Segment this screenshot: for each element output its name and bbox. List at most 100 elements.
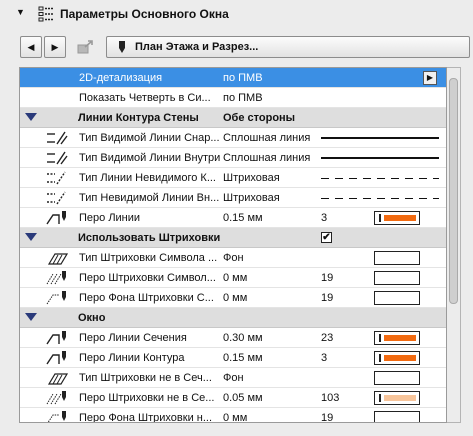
property-value: по ПМВ (223, 72, 263, 84)
property-name: Перо Линии (79, 212, 141, 224)
next-button[interactable]: ▶ (44, 36, 66, 58)
list-item-2d-detail[interactable]: 2D-детализация по ПМВ ▶ (20, 68, 446, 88)
pen-color-swatch[interactable] (374, 331, 420, 345)
hatch-pen-icon (46, 391, 66, 405)
toolbar: ◀ ▶ План Этажа и Разрез... (20, 36, 470, 60)
section-wall-contour-lines[interactable]: Линии Контура Стены Обе стороны (20, 108, 446, 128)
pen-color-fill (384, 395, 416, 401)
previous-button[interactable]: ◀ (20, 36, 42, 58)
property-value: Фон (223, 372, 244, 384)
list-item-uncut-hatch-pen[interactable]: Перо Штриховки не в Се... 0.05 мм 103 (20, 388, 446, 408)
property-value: Фон (223, 252, 244, 264)
property-name: Тип Штриховки Символа ... (79, 252, 218, 264)
pen-number: 23 (321, 332, 334, 344)
hatch-pen-icon (46, 271, 66, 285)
section-use-hatching[interactable]: Использовать Штриховки ✔ (20, 228, 446, 248)
list-item-visible-line-outside[interactable]: Тип Видимой Линии Снар... Сплошная линия (20, 128, 446, 148)
vertical-scrollbar[interactable] (447, 67, 461, 423)
pen-color-swatch[interactable] (374, 351, 420, 365)
pen-shape-icon (46, 351, 66, 365)
pen-shape-icon (46, 331, 66, 345)
property-name: Перо Штриховки Символ... (79, 272, 216, 284)
list-item-uncut-hatch-bg-pen[interactable]: Перо Фона Штриховки н... 0 мм 19 (20, 408, 446, 423)
property-name: 2D-детализация (79, 72, 163, 84)
dropdown-arrow-icon[interactable]: ▶ (423, 71, 437, 85)
hatch-preview[interactable] (374, 371, 420, 385)
property-value: 0.05 мм (223, 392, 263, 404)
pen-number: 3 (321, 352, 328, 364)
property-value: Сплошная линия (223, 152, 311, 164)
list-item-symbol-hatch-type[interactable]: Тип Штриховки Символа ... Фон (20, 248, 446, 268)
hatch-icon (47, 373, 69, 385)
property-name: Тип Видимой Линии Снар... (79, 132, 220, 144)
line-preview (321, 157, 439, 159)
property-value: 0 мм (223, 412, 248, 423)
list-item-symbol-hatch-bg-pen[interactable]: Перо Фона Штриховки С... 0 мм 19 (20, 288, 446, 308)
property-list: 2D-детализация по ПМВ ▶ Показать Четверт… (19, 67, 447, 423)
section-title: Линии Контура Стены (78, 112, 199, 124)
property-name: Перо Штриховки не в Се... (79, 392, 215, 404)
property-name: Перо Линии Контура (79, 352, 185, 364)
list-item-hidden-line-outside[interactable]: Тип Линии Невидимого К... Штриховая (20, 168, 446, 188)
hatch-background-pen-icon (47, 411, 66, 422)
pen-color-swatch[interactable] (374, 391, 420, 405)
pen-number: 19 (321, 412, 334, 423)
hatch-preview[interactable] (374, 251, 420, 265)
pen-number: 103 (321, 392, 340, 404)
pen-color-swatch[interactable] (374, 211, 420, 225)
list-item-cut-line-pen[interactable]: Перо Линии Сечения 0.30 мм 23 (20, 328, 446, 348)
property-name: Тип Невидимой Линии Вн... (79, 192, 220, 204)
pen-color-fill (384, 215, 416, 221)
export-arrow-icon (77, 40, 93, 54)
scrollbar-thumb[interactable] (449, 78, 458, 304)
property-name: Показать Четверть в Си... (79, 92, 211, 104)
property-value: Штриховая (223, 172, 280, 184)
property-value: Сплошная линия (223, 132, 311, 144)
list-item-contour-line-pen[interactable]: Перо Линии Контура 0.15 мм 3 (20, 348, 446, 368)
arrow-right-icon: ▶ (51, 41, 59, 52)
list-item-line-pen[interactable]: Перо Линии 0.15 мм 3 (20, 208, 446, 228)
pen-number: 19 (321, 272, 334, 284)
window-settings-icon (38, 6, 54, 22)
line-type-icon (47, 131, 68, 145)
property-value: 0.30 мм (223, 332, 263, 344)
property-name: Перо Фона Штриховки н... (79, 412, 213, 423)
section-title: Использовать Штриховки (78, 232, 221, 244)
pen-shape-icon (46, 211, 66, 225)
list-item-visible-line-inside[interactable]: Тип Видимой Линии Внутри Сплошная линия (20, 148, 446, 168)
pen-color-swatch[interactable] (374, 291, 420, 305)
pen-number: 3 (321, 212, 328, 224)
line-preview (321, 198, 439, 199)
view-selector-label: План Этажа и Разрез... (135, 41, 259, 53)
property-name: Перо Линии Сечения (79, 332, 187, 344)
pen-color-swatch[interactable] (374, 411, 420, 422)
property-name: Тип Видимой Линии Внутри (79, 152, 221, 164)
collapse-triangle-icon[interactable]: ▼ (16, 7, 25, 17)
pen-color-fill (384, 355, 416, 361)
line-preview (321, 137, 439, 139)
section-window[interactable]: Окно (20, 308, 446, 328)
line-type-icon (47, 151, 68, 165)
expand-triangle-icon[interactable] (25, 313, 37, 321)
expand-triangle-icon[interactable] (25, 233, 37, 241)
property-name: Тип Штриховки не в Сеч... (79, 372, 212, 384)
list-item-uncut-hatch-type[interactable]: Тип Штриховки не в Сеч... Фон (20, 368, 446, 388)
line-type-icon (47, 171, 66, 185)
pen-color-swatch[interactable] (374, 271, 420, 285)
property-value: по ПМВ (223, 92, 263, 104)
line-type-icon (47, 191, 66, 205)
pen-color-fill (384, 335, 416, 341)
hatch-background-pen-icon (46, 291, 66, 305)
list-item-show-rebate[interactable]: Показать Четверть в Си... по ПМВ (20, 88, 446, 108)
expand-triangle-icon[interactable] (25, 113, 37, 121)
list-item-hidden-line-inside[interactable]: Тип Невидимой Линии Вн... Штриховая (20, 188, 446, 208)
property-value: 0 мм (223, 272, 248, 284)
list-item-symbol-hatch-pen[interactable]: Перо Штриховки Символ... 0 мм 19 (20, 268, 446, 288)
hatch-icon (47, 253, 69, 265)
use-hatching-checkbox[interactable]: ✔ (321, 232, 332, 243)
favorites-button[interactable] (75, 36, 97, 58)
section-title: Окно (78, 312, 106, 324)
view-selector-button[interactable]: План Этажа и Разрез... (106, 36, 470, 58)
section-value: Обе стороны (223, 112, 296, 124)
panel-title: Параметры Основного Окна (60, 7, 229, 21)
